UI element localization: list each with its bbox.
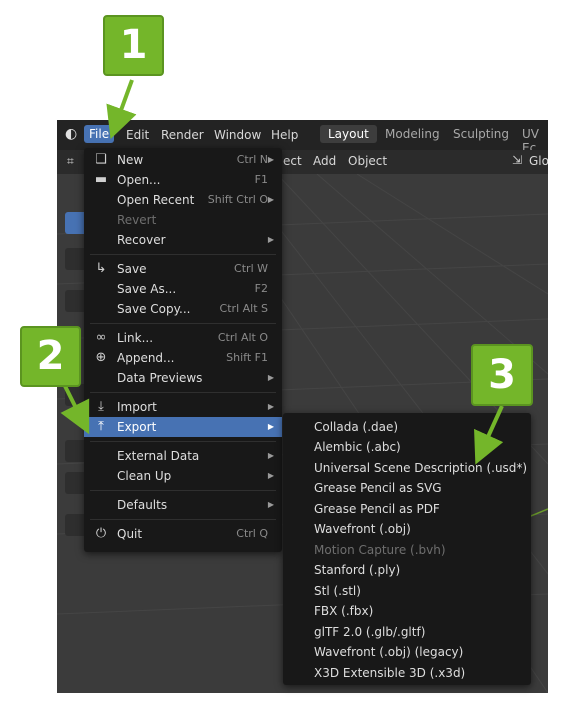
menu-item-clean-up[interactable]: Clean Up ▶	[84, 466, 282, 486]
header-menu-add[interactable]: Add	[313, 154, 336, 168]
callout-1-arrow	[106, 79, 137, 140]
export-item-wavefront-legacy[interactable]: Wavefront (.obj) (legacy)	[283, 642, 531, 662]
export-submenu: Collada (.dae) Alembic (.abc) Universal …	[283, 413, 531, 685]
menu-divider	[90, 392, 276, 393]
export-item-gp-svg[interactable]: Grease Pencil as SVG	[283, 478, 531, 498]
menu-divider	[90, 323, 276, 324]
menu-item-import[interactable]: ⤓ Import ▶	[84, 397, 282, 417]
menu-help[interactable]: Help	[271, 128, 298, 142]
menu-item-export[interactable]: ⤒ Export ▶	[84, 417, 282, 437]
folder-icon: ▬	[94, 172, 108, 187]
menu-item-data-previews[interactable]: Data Previews ▶	[84, 368, 282, 388]
transform-orientation-icon[interactable]: ⇲	[512, 153, 522, 167]
power-icon: ⏻	[95, 526, 107, 541]
header-menu-select[interactable]: ect	[283, 154, 302, 168]
tab-sculpting[interactable]: Sculpting	[453, 127, 509, 141]
submenu-arrow-icon: ▶	[267, 451, 274, 460]
export-item-ply[interactable]: Stanford (.ply)	[283, 560, 531, 580]
append-icon: ⊕	[95, 350, 107, 365]
tab-modeling[interactable]: Modeling	[385, 127, 440, 141]
menu-item-revert: Revert	[117, 213, 157, 227]
menu-item-quit[interactable]: ⏻ Quit Ctrl Q	[84, 524, 282, 544]
menu-item-link[interactable]: ∞ Link... Ctrl Alt O	[84, 328, 282, 348]
menu-divider	[90, 254, 276, 255]
export-item-wavefront[interactable]: Wavefront (.obj)	[283, 519, 531, 539]
link-icon: ∞	[95, 330, 107, 345]
submenu-arrow-icon: ▶	[267, 422, 274, 431]
export-item-stl[interactable]: Stl (.stl)	[283, 581, 531, 601]
export-item-fbx[interactable]: FBX (.fbx)	[283, 601, 531, 621]
menu-item-save[interactable]: ↳ Save Ctrl W	[84, 259, 282, 279]
save-icon: ↳	[95, 261, 107, 276]
submenu-arrow-icon: ▶	[267, 471, 274, 480]
menu-render[interactable]: Render	[161, 128, 204, 142]
export-item-collada[interactable]: Collada (.dae)	[283, 417, 531, 437]
callout-2: 2	[20, 326, 81, 387]
file-menu: ❑ New Ctrl N ▶ ▬ Open... F1 Open Recent …	[84, 148, 282, 552]
header-menu-object[interactable]: Object	[348, 154, 387, 168]
export-icon: ⤒	[98, 419, 104, 434]
submenu-arrow-icon: ▶	[267, 155, 274, 164]
submenu-arrow-icon: ▶	[267, 402, 274, 411]
callout-3: 3	[471, 344, 533, 406]
export-item-gltf[interactable]: glTF 2.0 (.glb/.gltf)	[283, 622, 531, 642]
new-file-icon: ❑	[95, 152, 107, 167]
editor-type-icon[interactable]: ⌗	[67, 154, 74, 169]
menu-item-save-copy[interactable]: Save Copy... Ctrl Alt S	[84, 299, 282, 319]
menu-divider	[90, 490, 276, 491]
submenu-arrow-icon: ▶	[267, 373, 274, 382]
menu-edit[interactable]: Edit	[126, 128, 149, 142]
menu-divider	[90, 441, 276, 442]
menu-file[interactable]: File	[84, 125, 115, 143]
export-item-usd[interactable]: Universal Scene Description (.usd*)	[283, 458, 531, 478]
blender-logo-icon[interactable]: ◐	[65, 126, 77, 142]
menu-item-open-recent[interactable]: Open Recent Shift Ctrl O ▶	[84, 190, 282, 210]
menu-item-save-as[interactable]: Save As... F2	[84, 279, 282, 299]
menu-item-external-data[interactable]: External Data ▶	[84, 446, 282, 466]
submenu-arrow-icon: ▶	[267, 195, 274, 204]
transform-orientation-label[interactable]: Glo	[529, 154, 548, 168]
menu-item-open[interactable]: ▬ Open... F1	[84, 170, 282, 190]
submenu-arrow-icon: ▶	[267, 235, 274, 244]
submenu-arrow-icon: ▶	[267, 500, 274, 509]
menu-item-append[interactable]: ⊕ Append... Shift F1	[84, 348, 282, 368]
menu-item-new[interactable]: ❑ New Ctrl N ▶	[84, 150, 282, 170]
menu-divider	[90, 519, 276, 520]
menu-item-defaults[interactable]: Defaults ▶	[84, 495, 282, 515]
tab-layout[interactable]: Layout	[320, 125, 377, 143]
export-item-bvh: Motion Capture (.bvh)	[314, 543, 446, 557]
menu-item-recover[interactable]: Recover ▶	[84, 230, 282, 250]
menu-window[interactable]: Window	[214, 128, 261, 142]
top-bar: ◐ File Edit Render Window Help Layout Mo…	[57, 120, 548, 155]
export-item-alembic[interactable]: Alembic (.abc)	[283, 437, 531, 457]
export-item-gp-pdf[interactable]: Grease Pencil as PDF	[283, 499, 531, 519]
export-item-x3d[interactable]: X3D Extensible 3D (.x3d)	[283, 663, 531, 683]
callout-1: 1	[103, 15, 164, 76]
import-icon: ⤓	[98, 399, 104, 414]
